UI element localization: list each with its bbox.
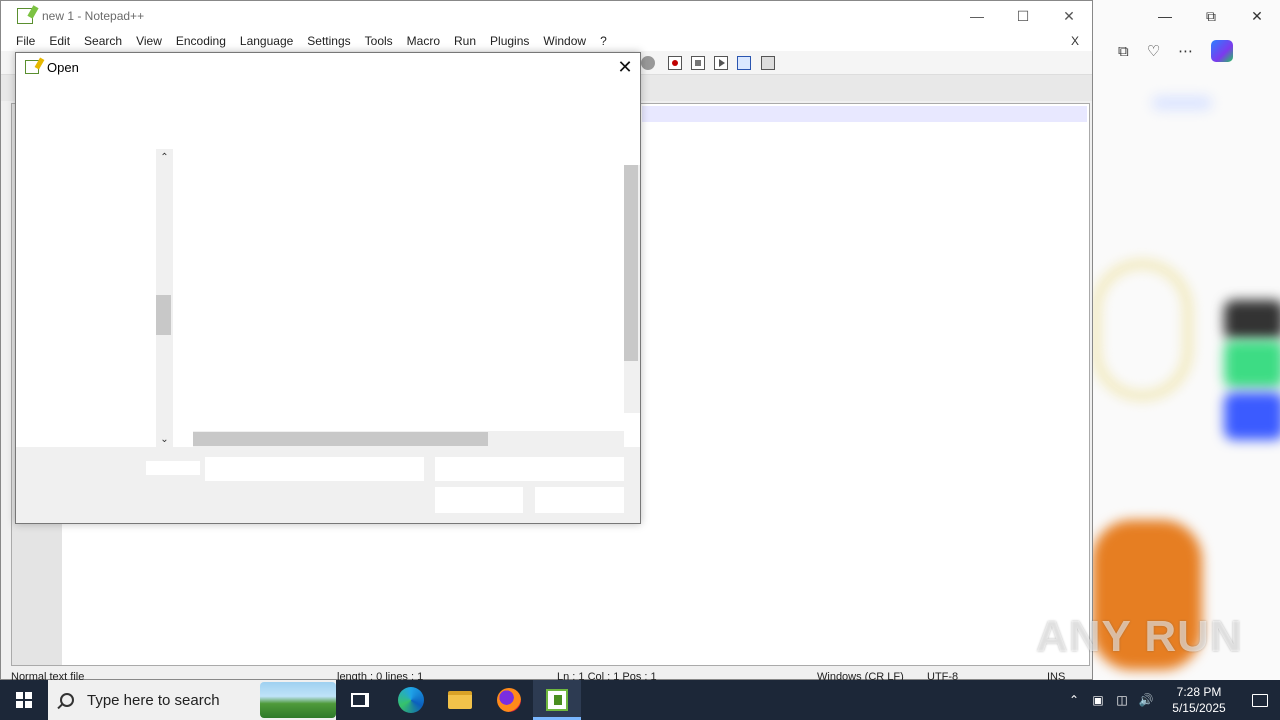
meet-now-icon[interactable]: ▣ <box>1086 693 1110 707</box>
dialog-title-bar: Open ✕ <box>16 53 640 81</box>
menu-window[interactable]: Window <box>536 34 593 48</box>
notepad-taskbar-button[interactable] <box>543 686 571 714</box>
firefox-icon <box>497 688 521 712</box>
scrollbar-thumb[interactable] <box>156 295 171 335</box>
collections-icon[interactable]: ⧉ <box>1118 43 1129 60</box>
open-button[interactable] <box>435 487 523 513</box>
blurred-content <box>1224 340 1280 388</box>
notification-icon <box>1252 693 1268 707</box>
blurred-content <box>1224 300 1280 340</box>
run-macro-multiple-icon[interactable] <box>737 56 751 70</box>
task-view-button[interactable] <box>346 686 374 714</box>
minimize-icon[interactable]: — <box>1142 8 1188 24</box>
notepad-app-icon <box>17 8 33 24</box>
scrollbar-thumb[interactable] <box>193 432 488 446</box>
dialog-footer <box>16 447 640 523</box>
save-macro-icon[interactable] <box>761 56 775 70</box>
menu-macro[interactable]: Macro <box>400 34 447 48</box>
close-icon[interactable]: ✕ <box>610 53 640 81</box>
taskbar-search-box[interactable]: Type here to search <box>48 680 336 720</box>
taskbar: Type here to search ⌃ ▣ ◫ 🔊 7:28 PM 5/15… <box>0 680 1280 720</box>
blurred-content <box>1224 392 1280 440</box>
close-document-button[interactable]: X <box>1064 34 1086 48</box>
notepad-app-icon <box>25 60 39 74</box>
minimize-icon[interactable]: — <box>954 1 1000 31</box>
start-button[interactable] <box>0 680 48 720</box>
browser-toolbar: ⧉ ♡ ⋯ <box>1092 32 1280 70</box>
record-macro-icon[interactable] <box>668 56 682 70</box>
toolbar-button-icon[interactable] <box>641 56 655 70</box>
maximize-icon[interactable]: ☐ <box>1000 1 1046 31</box>
menu-plugins[interactable]: Plugins <box>483 34 536 48</box>
file-list-scrollbar[interactable] <box>624 165 640 413</box>
file-name-input[interactable] <box>205 457 424 481</box>
menu-view[interactable]: View <box>129 34 169 48</box>
search-placeholder: Type here to search <box>87 691 220 709</box>
background-browser-window: — ⧉ ✕ ⧉ ♡ ⋯ <box>1092 0 1280 680</box>
blurred-content <box>1092 260 1192 400</box>
title-bar: new 1 - Notepad++ — ☐ ✕ <box>1 1 1092 31</box>
menu-bar: File Edit Search View Encoding Language … <box>1 31 1092 51</box>
stop-recording-icon[interactable] <box>691 56 705 70</box>
copilot-icon[interactable] <box>1211 40 1234 62</box>
browser-window-controls: — ⧉ ✕ <box>1092 0 1280 32</box>
restore-icon[interactable]: ⧉ <box>1188 8 1234 25</box>
volume-icon[interactable]: 🔊 <box>1134 693 1158 707</box>
clock-time: 7:28 PM <box>1176 685 1222 699</box>
watermark: ANY RUN <box>1036 612 1243 661</box>
network-icon[interactable]: ◫ <box>1110 693 1134 707</box>
menu-search[interactable]: Search <box>77 34 129 48</box>
edge-taskbar-button[interactable] <box>397 686 425 714</box>
window-controls: — ☐ ✕ <box>954 1 1092 31</box>
open-file-dialog: Open ✕ ⌃ ⌄ <box>15 52 641 524</box>
menu-edit[interactable]: Edit <box>42 34 77 48</box>
menu-help[interactable]: ? <box>593 34 614 48</box>
folder-icon <box>448 691 472 709</box>
cancel-button[interactable] <box>535 487 624 513</box>
menu-run[interactable]: Run <box>447 34 483 48</box>
firefox-taskbar-button[interactable] <box>495 686 523 714</box>
system-tray: ⌃ ▣ ◫ 🔊 7:28 PM 5/15/2025 <box>1062 680 1280 720</box>
dialog-title: Open <box>47 59 79 75</box>
windows-logo-icon <box>16 692 32 708</box>
scrollbar-thumb[interactable] <box>624 165 638 361</box>
menu-encoding[interactable]: Encoding <box>169 34 233 48</box>
file-type-select[interactable] <box>435 457 624 481</box>
notification-center-button[interactable] <box>1240 680 1280 720</box>
browser-essentials-icon[interactable]: ♡ <box>1147 42 1160 60</box>
search-icon <box>60 693 74 707</box>
playback-macro-icon[interactable] <box>714 56 728 70</box>
close-icon[interactable]: ✕ <box>1234 8 1280 25</box>
file-list-horizontal-scrollbar[interactable] <box>193 431 624 447</box>
notepad-plus-plus-icon <box>546 689 568 711</box>
clock[interactable]: 7:28 PM 5/15/2025 <box>1158 684 1240 716</box>
clock-date: 5/15/2025 <box>1172 701 1226 715</box>
blurred-content <box>1152 96 1212 110</box>
more-options-icon[interactable]: ⋯ <box>1178 42 1193 60</box>
current-line-highlight <box>642 106 1087 122</box>
search-highlight-image <box>260 682 336 718</box>
scroll-down-icon[interactable]: ⌄ <box>156 431 173 447</box>
chevron-up-icon[interactable]: ⌃ <box>1062 693 1086 707</box>
window-title: new 1 - Notepad++ <box>42 9 145 23</box>
menu-file[interactable]: File <box>9 34 42 48</box>
menu-language[interactable]: Language <box>233 34 300 48</box>
edge-icon <box>398 687 424 713</box>
menu-settings[interactable]: Settings <box>300 34 357 48</box>
close-icon[interactable]: ✕ <box>1046 1 1092 31</box>
scroll-up-icon[interactable]: ⌃ <box>156 149 173 165</box>
navigation-pane-scrollbar[interactable]: ⌃ ⌄ <box>156 149 173 447</box>
file-name-label <box>146 461 200 475</box>
file-explorer-taskbar-button[interactable] <box>446 686 474 714</box>
menu-tools[interactable]: Tools <box>358 34 400 48</box>
task-view-icon <box>351 693 369 707</box>
